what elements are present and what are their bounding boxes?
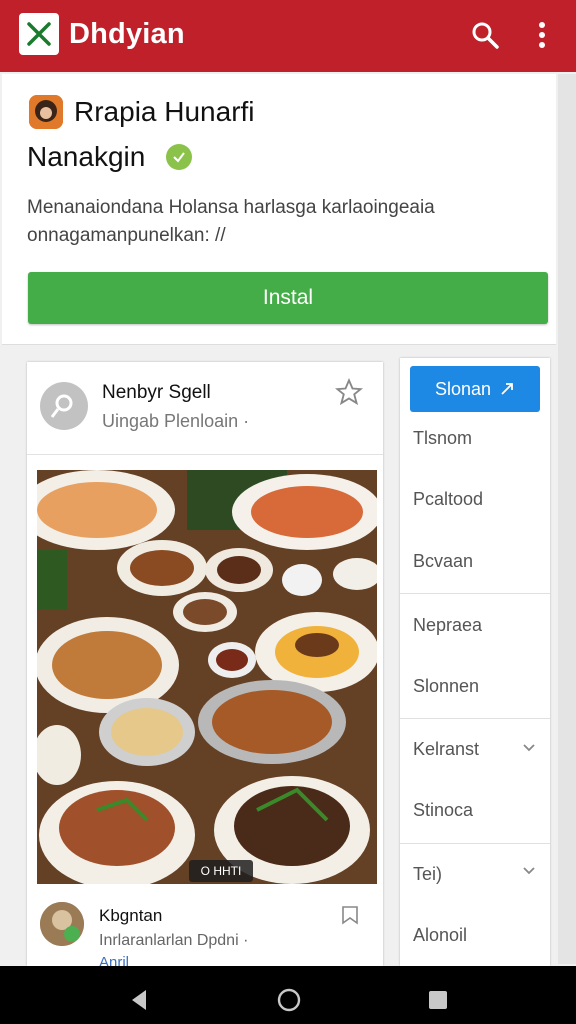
- side-divider: [400, 718, 550, 719]
- search-icon[interactable]: [466, 16, 504, 54]
- app-logo-icon: [19, 13, 59, 55]
- side-item-6[interactable]: Kelranst: [413, 739, 479, 760]
- chevron-down-icon[interactable]: [522, 864, 536, 878]
- recent-apps-icon[interactable]: [428, 990, 448, 1010]
- star-icon[interactable]: [335, 378, 363, 406]
- install-button[interactable]: Instal: [28, 272, 548, 324]
- footer-name[interactable]: Kbgntan: [99, 906, 162, 926]
- side-item-5[interactable]: Slonnen: [413, 676, 479, 697]
- verified-icon: [166, 144, 192, 170]
- side-item-8[interactable]: Tei): [413, 864, 442, 885]
- more-vert-icon[interactable]: [526, 16, 558, 54]
- post-subtitle: Uingab Plenloain ·: [102, 411, 250, 431]
- app-description: Menanaiondana Holansa harlasga karlaoing…: [27, 197, 435, 246]
- side-item-3[interactable]: Bcvaan: [413, 551, 473, 572]
- side-menu: Slonan Tlsnom Pcaltood Bcvaan Nepraea Sl…: [400, 358, 550, 966]
- side-item-4[interactable]: Nepraea: [413, 615, 482, 636]
- side-divider: [400, 843, 550, 844]
- app-title: Dhdyian: [69, 18, 185, 50]
- back-icon[interactable]: [128, 988, 150, 1012]
- side-primary-button[interactable]: Slonan: [410, 366, 540, 412]
- side-item-2[interactable]: Pcaltood: [413, 489, 483, 510]
- app-name-line1: Rrapia Hunarfi: [74, 96, 255, 127]
- side-item-7[interactable]: Stinoca: [413, 800, 473, 821]
- avatar[interactable]: [40, 382, 88, 430]
- home-icon[interactable]: [277, 988, 301, 1012]
- side-primary-label: Slonan: [434, 378, 492, 399]
- post-card: Nenbyr Sgell Uingab Plenloain · O HHTI K…: [27, 362, 383, 971]
- bookmark-icon[interactable]: [339, 904, 361, 926]
- post-author[interactable]: Nenbyr Sgell: [102, 382, 211, 404]
- app-header-card: Rrapia Hunarfi Nanakgin Menanaiondana Ho…: [2, 74, 556, 345]
- footer-avatar[interactable]: [40, 902, 84, 946]
- side-divider: [400, 593, 550, 594]
- chevron-down-icon[interactable]: [522, 741, 536, 755]
- side-item-9[interactable]: Alonoil: [413, 925, 467, 946]
- photo-badge: O HHTI: [189, 860, 253, 882]
- arrow-icon: [501, 383, 513, 395]
- app-icon: [29, 95, 63, 129]
- side-item-1[interactable]: Tlsnom: [413, 428, 472, 449]
- scrollbar[interactable]: [558, 74, 576, 964]
- app-bar: Dhdyian: [0, 0, 576, 72]
- food-photo[interactable]: O HHTI: [37, 470, 377, 884]
- post-header: Nenbyr Sgell Uingab Plenloain ·: [27, 362, 383, 455]
- app-name-line2: Nanakgin: [27, 141, 146, 172]
- footer-subtitle: Inrlaranlarlan Dpdni ·: [99, 932, 249, 949]
